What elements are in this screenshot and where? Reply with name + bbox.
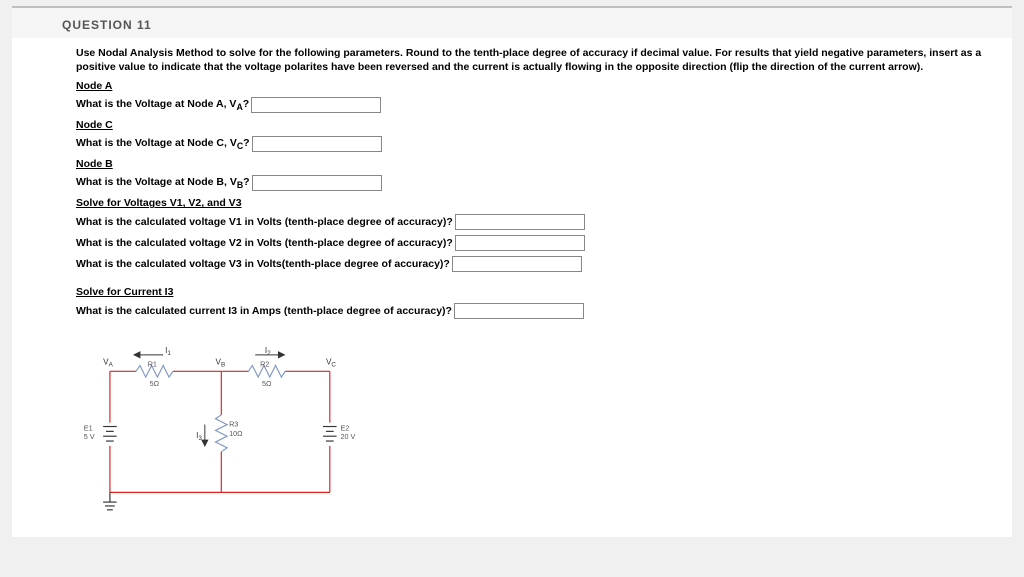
input-v3[interactable]	[452, 256, 582, 272]
prompt-i3: What is the calculated current I3 in Amp…	[76, 303, 996, 319]
question-number: QUESTION 11	[12, 8, 1012, 38]
input-v2[interactable]	[455, 235, 585, 251]
input-v1[interactable]	[455, 214, 585, 230]
label-i3: I3	[196, 431, 202, 442]
question-card: QUESTION 11 Use Nodal Analysis Method to…	[12, 6, 1012, 537]
label-e2v: 20 V	[340, 432, 355, 441]
section-v123: Solve for Voltages V1, V2, and V3	[76, 197, 996, 209]
label-va: VA	[103, 358, 113, 369]
prompt-v3: What is the calculated voltage V3 in Vol…	[76, 256, 996, 272]
prompt-vc: What is the Voltage at Node C, VC?	[76, 136, 996, 152]
label-r2v: 5Ω	[262, 379, 272, 388]
label-r2: R2	[260, 360, 269, 369]
instructions: Use Nodal Analysis Method to solve for t…	[76, 46, 996, 74]
section-node-c: Node C	[76, 119, 996, 131]
input-vc[interactable]	[252, 136, 382, 152]
label-i1: I1	[165, 346, 171, 357]
prompt-v1: What is the calculated voltage V1 in Vol…	[76, 214, 996, 230]
label-vb: VB	[216, 358, 226, 369]
label-e1: E1	[84, 424, 93, 433]
input-i3[interactable]	[454, 303, 584, 319]
prompt-v2: What is the calculated voltage V2 in Vol…	[76, 235, 996, 251]
section-node-a: Node A	[76, 80, 996, 92]
input-vb[interactable]	[252, 175, 382, 191]
label-r1v: 5Ω	[150, 379, 160, 388]
input-va[interactable]	[251, 97, 381, 113]
circuit-diagram: VA VB VC I1 I2 I3 R1 5Ω R2 5Ω R3 10Ω E1 …	[76, 337, 386, 517]
label-r3: R3	[229, 420, 238, 429]
section-node-b: Node B	[76, 158, 996, 170]
section-i3: Solve for Current I3	[76, 286, 996, 298]
label-e2: E2	[340, 424, 349, 433]
prompt-vb: What is the Voltage at Node B, VB?	[76, 175, 996, 191]
label-e1v: 5 V	[84, 432, 95, 441]
label-r3v: 10Ω	[229, 430, 243, 439]
label-r1: R1	[148, 360, 157, 369]
question-body: Use Nodal Analysis Method to solve for t…	[12, 38, 1012, 537]
label-vc: VC	[326, 358, 336, 369]
prompt-va: What is the Voltage at Node A, VA?	[76, 97, 996, 113]
